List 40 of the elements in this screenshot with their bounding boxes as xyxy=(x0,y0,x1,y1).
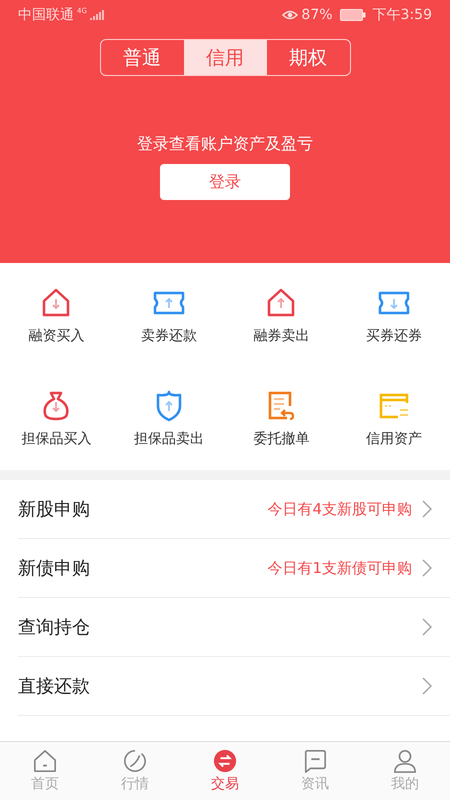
action-label[interactable]: 融资买入 xyxy=(28,327,84,345)
menu-row[interactable]: 新股申购 今日有4支新股可申购 xyxy=(18,480,450,539)
swap-icon xyxy=(213,749,237,773)
clock-time: 下午3:59 xyxy=(372,6,432,24)
chevron-icon xyxy=(422,559,432,577)
eye-icon xyxy=(282,9,298,21)
menu-label: 新债申购 xyxy=(18,557,91,580)
action-label[interactable]: 委托撤单 xyxy=(253,430,310,448)
login-button[interactable]: 登录 xyxy=(160,164,290,200)
house-icon[interactable] xyxy=(40,287,72,319)
menu-row[interactable]: 直接还款 xyxy=(18,657,450,716)
login-prompt: 登录查看账户资产及盈亏 xyxy=(137,134,313,155)
home-icon xyxy=(33,749,57,773)
chevron-icon xyxy=(422,677,432,695)
menu-row[interactable]: 查询持仓 xyxy=(18,598,450,657)
action-label[interactable]: 担保品卖出 xyxy=(134,430,204,448)
nav-tab[interactable]: 交易 xyxy=(180,742,270,800)
action-label[interactable]: 卖券还款 xyxy=(140,327,197,345)
tab[interactable]: 普通 xyxy=(100,40,184,75)
menu-label: 直接还款 xyxy=(18,675,91,698)
battery-percent: 87% xyxy=(301,7,333,23)
menu-row[interactable]: 新债申购 今日有1支新债可申购 xyxy=(18,539,450,598)
message-icon xyxy=(303,749,327,773)
menu-label: 新股申购 xyxy=(18,498,91,521)
signal-icon xyxy=(90,10,104,20)
person-icon xyxy=(393,749,417,773)
menu-note: 今日有4支新股可申购 xyxy=(267,500,412,518)
action-label[interactable]: 信用资产 xyxy=(366,430,422,448)
compass-icon xyxy=(123,749,147,773)
battery-icon xyxy=(340,9,366,21)
tab[interactable]: 期权 xyxy=(266,40,350,75)
chevron-icon xyxy=(422,618,432,636)
action-label[interactable]: 买券还券 xyxy=(366,327,422,345)
action-label[interactable]: 担保品买入 xyxy=(21,430,92,448)
menu-note: 今日有1支新债可申购 xyxy=(267,558,412,578)
house-icon[interactable] xyxy=(265,287,298,319)
action-label[interactable]: 融券卖出 xyxy=(253,327,310,345)
chevron-icon xyxy=(422,500,432,518)
carrier-name: 中国联通 xyxy=(18,6,74,24)
menu-label: 查询持仓 xyxy=(18,616,91,639)
